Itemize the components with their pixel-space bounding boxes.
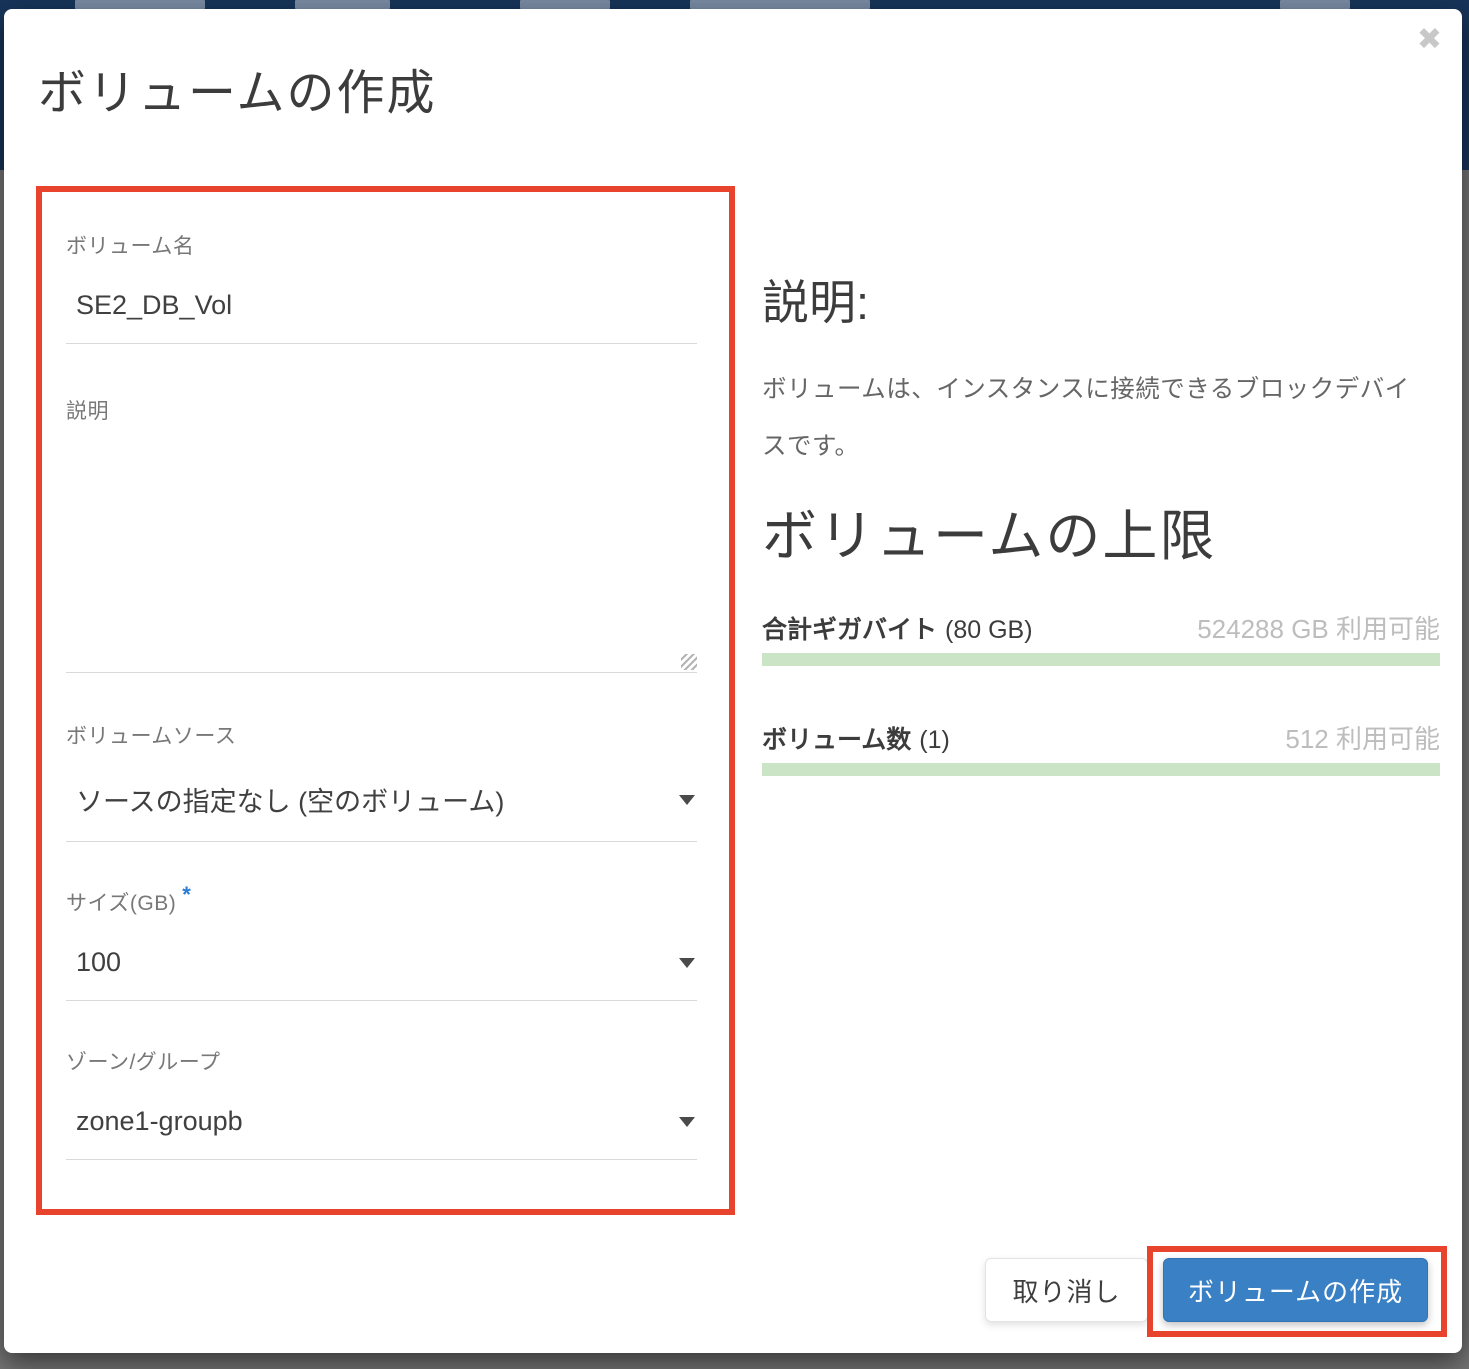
volume-name-label: ボリューム名 (66, 230, 697, 260)
limit-usage: (1) (919, 726, 950, 754)
volumes-quota-bar (762, 763, 1440, 776)
help-text: ボリュームは、インスタンスに接続できるブロックデバイスです。 (762, 361, 1422, 475)
zone-group-select[interactable]: zone1-groupb (66, 1106, 697, 1160)
description-label: 説明 (66, 395, 697, 425)
limit-label: 合計ギガバイト (762, 616, 937, 644)
volume-name-input[interactable] (66, 290, 697, 344)
volume-name-field: ボリューム名 (66, 230, 697, 344)
create-volume-modal: ボリュームの作成 ✖ ボリューム名 説明 ボリュームソース ソースの指定なし (… (4, 9, 1462, 1353)
limits-heading: ボリュームの上限 (762, 491, 1216, 571)
modal-title: ボリュームの作成 (38, 53, 437, 123)
zone-group-value: zone1-groupb (76, 1106, 243, 1137)
navbar-fragment (690, 0, 870, 9)
resize-handle-icon[interactable] (681, 654, 697, 670)
zone-group-label: ゾーン/グループ (66, 1046, 697, 1076)
volume-source-label: ボリュームソース (66, 720, 697, 750)
volume-form: ボリューム名 説明 ボリュームソース ソースの指定なし (空のボリューム) サイ… (42, 192, 729, 1209)
volume-source-value: ソースの指定なし (空のボリューム) (76, 780, 504, 819)
limit-row-volumes: ボリューム数 (1) 512 利用可能 (762, 719, 1440, 756)
chevron-down-icon (679, 1117, 695, 1127)
create-volume-button[interactable]: ボリュームの作成 (1163, 1258, 1428, 1322)
description-field: 説明 (66, 395, 697, 673)
description-textarea[interactable] (66, 451, 697, 672)
navbar-fragment (75, 0, 205, 9)
gigabytes-quota-bar (762, 653, 1440, 666)
chevron-down-icon (679, 795, 695, 805)
zone-group-field: ゾーン/グループ zone1-groupb (66, 1046, 697, 1160)
limit-row-gigabytes: 合計ギガバイト (80 GB) 524288 GB 利用可能 (762, 609, 1440, 646)
volume-source-field: ボリュームソース ソースの指定なし (空のボリューム) (66, 720, 697, 842)
help-heading: 説明: (762, 264, 869, 333)
limit-usage: (80 GB) (945, 616, 1033, 644)
cancel-button[interactable]: 取り消し (985, 1258, 1148, 1322)
chevron-down-icon (679, 958, 695, 968)
close-icon[interactable]: ✖ (1417, 25, 1442, 55)
limit-volumes-available: 512 利用可能 (1285, 719, 1440, 756)
size-select[interactable]: 100 (66, 947, 697, 1001)
size-label: サイズ(GB) * (66, 882, 697, 917)
navbar-fragment (295, 0, 390, 9)
navbar-fragment (520, 0, 610, 9)
navbar-fragment (1280, 0, 1350, 9)
limit-volumes-label: ボリューム数 (1) (762, 720, 950, 756)
required-asterisk: * (182, 882, 191, 907)
size-field: サイズ(GB) * 100 (66, 882, 697, 1001)
size-value: 100 (76, 947, 121, 978)
limit-label: ボリューム数 (762, 726, 911, 754)
volume-source-select[interactable]: ソースの指定なし (空のボリューム) (66, 780, 697, 842)
size-label-text: サイズ(GB) (66, 892, 176, 915)
limit-gigabytes-available: 524288 GB 利用可能 (1197, 609, 1440, 646)
limit-gigabytes-label: 合計ギガバイト (80 GB) (762, 610, 1033, 646)
